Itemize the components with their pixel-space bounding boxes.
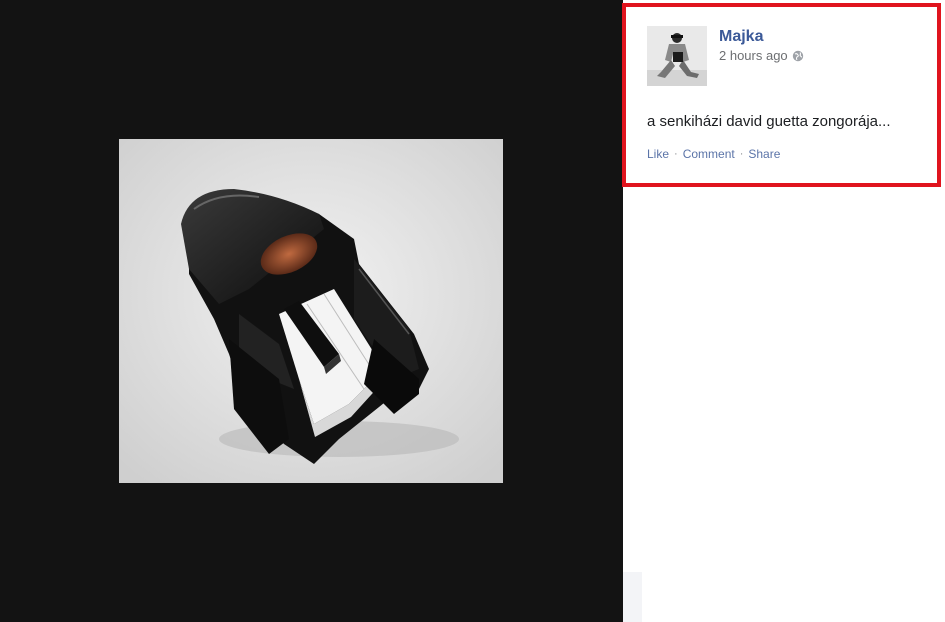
action-separator: · — [739, 148, 744, 160]
photo-piano[interactable] — [119, 139, 503, 483]
share-link[interactable]: Share — [748, 147, 780, 161]
avatar[interactable] — [647, 26, 707, 86]
post-actions: Like · Comment · Share — [647, 147, 780, 161]
globe-icon[interactable] — [792, 50, 804, 62]
sidebar-scroll-strip — [623, 572, 642, 622]
comment-link[interactable]: Comment — [683, 147, 735, 161]
action-separator: · — [674, 148, 678, 160]
post-meta: 2 hours ago — [719, 48, 804, 63]
post-author-link[interactable]: Majka — [719, 28, 763, 46]
photo-viewer — [0, 0, 623, 622]
post-message: a senkiházi david guetta zongorája... — [647, 113, 891, 130]
like-link[interactable]: Like — [647, 147, 669, 161]
post-timestamp[interactable]: 2 hours ago — [719, 48, 788, 63]
